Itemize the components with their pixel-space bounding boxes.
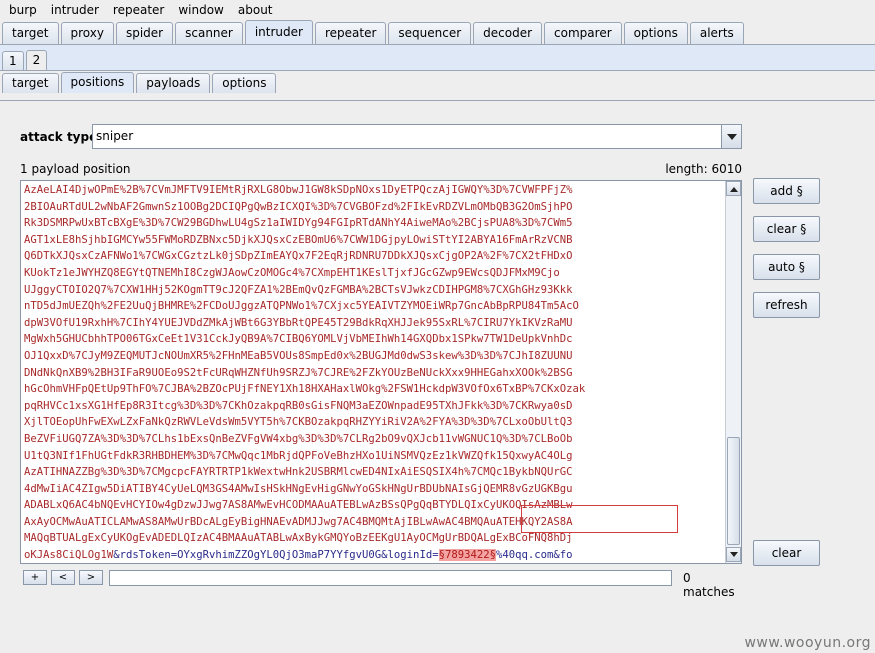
subtab-payloads[interactable]: payloads [136, 73, 211, 93]
attack-tab-bar: 1 2 [0, 50, 875, 70]
tab-options[interactable]: options [623, 22, 688, 44]
request-line: pqRHVCc1xsXG1HfEp8R3Itcg%3D%3D%7CKhOzakp… [24, 399, 573, 412]
menu-about[interactable]: about [231, 3, 280, 17]
clear-button[interactable]: clear [753, 540, 820, 566]
menu-intruder[interactable]: intruder [44, 3, 106, 17]
add-marker-button[interactable]: add § [753, 178, 820, 204]
request-line: AzATIHNAZZBg%3D%3D%7CMgcpcFAYRTRTP1kWext… [24, 466, 573, 479]
request-line: AGT1xLE8hSjhbIGMCYw55FWMoRDZBNxc5DjkXJQs… [24, 233, 573, 246]
request-length: length: 6010 [665, 162, 742, 176]
subtab-target[interactable]: target [2, 73, 59, 93]
search-input[interactable] [109, 570, 672, 586]
search-prev-button[interactable]: < [51, 570, 75, 585]
arrow-down-icon [730, 552, 738, 557]
request-line: KUokTz1eJWYHZQ8EGYtQTNEMhI8CzgWJAowCzOMO… [24, 266, 560, 279]
subtab-options[interactable]: options [212, 73, 277, 93]
attack-type-select[interactable]: sniper [92, 124, 742, 149]
search-options-button[interactable]: + [23, 570, 47, 585]
request-line: DNdNkQnXB9%2BH3IFaR9UOEo9S2tFcURqWHZNfUh… [24, 366, 573, 379]
request-line: Q6DTkXJQsxCzAFNWo1%7CWGxCGztzLk0jSDpZImE… [24, 250, 573, 263]
clear-marker-button[interactable]: clear § [753, 216, 820, 242]
chevron-down-icon[interactable] [721, 125, 741, 148]
menu-burp[interactable]: burp [2, 3, 44, 17]
highlight-box [521, 505, 678, 533]
main-tab-bar: target proxy spider scanner intruder rep… [0, 19, 875, 44]
request-line: OJ1QxxD%7CJyM9ZEQMUTJcNOUmXR5%2FHnMEaB5V… [24, 349, 573, 362]
refresh-button[interactable]: refresh [753, 292, 820, 318]
editor-scrollbar[interactable] [725, 181, 741, 563]
request-editor[interactable]: AzAeLAI4DjwOPmE%2B%7CVmJMFTV9IEMtRjRXLG8… [20, 180, 742, 564]
tab-intruder[interactable]: intruder [244, 20, 313, 44]
tab-spider[interactable]: spider [115, 22, 174, 44]
tab-target[interactable]: target [2, 22, 59, 44]
attack-tab-1[interactable]: 1 [2, 51, 24, 70]
arrow-up-icon [730, 187, 738, 192]
scroll-down-button[interactable] [726, 547, 741, 562]
search-next-button[interactable]: > [79, 570, 103, 585]
request-line: dpW3VOfU19RxhH%7CIhY4YUEJVDdZMkAjWBt6G3Y… [24, 316, 573, 329]
request-line: XjlTOEopUhFwEXwLZxFaNkQzRWVLeVdsWm5VYT5h… [24, 416, 573, 429]
payload-marker: §7893422§ [438, 549, 496, 562]
menu-repeater[interactable]: repeater [106, 3, 171, 17]
request-line: nTD5dJmUEZQh%2FE2UuQjBHMRE%2FCDoUJggzATQ… [24, 300, 579, 313]
request-line: MgWxh5GHUCbhhTPO06TGxCeEt1V31CckJyQB9A%7… [24, 333, 573, 346]
request-line: UJggyCTOIO2Q7%7CXW1HHj52KOgmTT9cJ2QFZA1%… [24, 283, 573, 296]
attack-type-label: attack type [20, 130, 98, 144]
auto-marker-button[interactable]: auto § [753, 254, 820, 280]
request-line: Rk3DSMRPwUxBTcBXgE%3D%7CW29BGDhwLU4gSz1a… [24, 217, 573, 230]
tab-comparer[interactable]: comparer [544, 22, 622, 44]
tab-alerts[interactable]: alerts [689, 22, 744, 44]
request-line: 2BIOAuRTdUL2wNbAF2GmwnSz1OOBg2DCIQPgQwBz… [24, 200, 573, 213]
tab-decoder[interactable]: decoder [473, 22, 543, 44]
payload-position-count: 1 payload position [20, 162, 131, 176]
request-line: oKJAs8CiQLOg1W&rdsToken=OYxgRvhimZZOgYL0… [24, 549, 573, 562]
scroll-thumb[interactable] [727, 437, 740, 545]
request-line: BeZVFiUGQ7ZA%3D%3D%7CLhs1bExsQnBeZVFgVW4… [24, 432, 573, 445]
positions-panel: attack type sniper 1 payload position le… [0, 100, 875, 653]
tab-proxy[interactable]: proxy [60, 22, 114, 44]
search-bar: + < > 0 matches [20, 570, 742, 599]
scroll-up-button[interactable] [726, 181, 741, 196]
request-line: hGcOhmVHFpQEtUp9ThFO%7CJBA%2BZOcPUjFfNEY… [24, 383, 586, 396]
tab-scanner[interactable]: scanner [175, 22, 243, 44]
request-line: 4dMwIiAC4ZIgw5DiATIBY4CyUeLQM3GS4AMwIsHS… [24, 482, 573, 495]
sub-tab-bar: target positions payloads options [0, 70, 875, 93]
match-count: 0 matches [683, 571, 735, 599]
menu-window[interactable]: window [171, 3, 231, 17]
tab-sequencer[interactable]: sequencer [388, 22, 472, 44]
request-line: U1tQ3NIf1FhUGtFdkR3RHBDHEM%3D%7CMwQqc1Mb… [24, 449, 573, 462]
attack-type-value: sniper [96, 129, 134, 143]
attack-tab-2[interactable]: 2 [25, 50, 48, 70]
watermark: www.wooyun.org [744, 635, 871, 651]
subtab-positions[interactable]: positions [60, 72, 135, 93]
menu-bar: burp intruder repeater window about [0, 0, 875, 19]
tab-repeater[interactable]: repeater [314, 22, 387, 44]
request-line: AzAeLAI4DjwOPmE%2B%7CVmJMFTV9IEMtRjRXLG8… [24, 184, 573, 196]
